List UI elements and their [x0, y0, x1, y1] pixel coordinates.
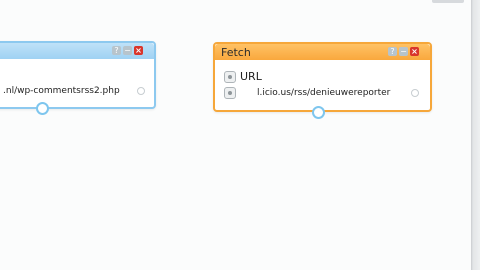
output-terminal-icon[interactable] — [312, 106, 325, 119]
module-title: Fetch — [221, 46, 251, 59]
help-icon[interactable]: ? — [112, 46, 121, 55]
canvas-right-edge — [471, 0, 480, 270]
module-titlebar[interactable]: ? − × — [0, 43, 154, 59]
remove-icon[interactable] — [224, 87, 236, 99]
help-icon[interactable]: ? — [388, 47, 397, 56]
input-terminal-icon[interactable] — [411, 89, 419, 97]
url-field-label: URL — [240, 70, 262, 83]
feed-source-module[interactable]: ? − × .nl/wp-commentsrss2.php — [0, 41, 156, 109]
close-icon[interactable]: × — [134, 46, 143, 55]
output-terminal-icon[interactable] — [36, 102, 49, 115]
minimize-icon[interactable]: − — [123, 46, 132, 55]
input-terminal-icon[interactable] — [137, 87, 145, 95]
url-value[interactable]: .nl/wp-commentsrss2.php — [3, 86, 120, 97]
close-icon[interactable]: × — [410, 47, 419, 56]
horizontal-scroll-thumb[interactable] — [432, 0, 464, 3]
fetch-module[interactable]: Fetch ? − × URL l.icio.us/rss/denieuwere… — [213, 42, 432, 112]
url-value[interactable]: l.icio.us/rss/denieuwereporter — [257, 88, 390, 99]
module-titlebar[interactable]: Fetch ? − × — [215, 44, 430, 60]
expand-icon[interactable] — [224, 71, 236, 83]
minimize-icon[interactable]: − — [399, 47, 408, 56]
